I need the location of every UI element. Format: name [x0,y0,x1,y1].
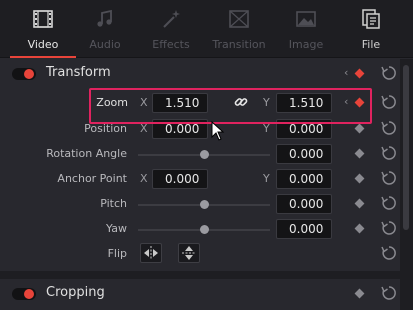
flip-horizontal-icon [144,246,158,260]
yaw-label: Yaw [106,222,127,235]
zoom-label: Zoom [96,96,128,109]
zoom-row: Zoom X 1.510 Y 1.510 ‹ [0,91,400,116]
pitch-label: Pitch [100,197,127,210]
flip-vertical-icon [182,246,196,260]
toggle-knob [24,289,34,299]
rotation-field[interactable]: 0.000 [276,144,332,164]
reset-icon[interactable] [381,245,399,263]
transform-enable-toggle[interactable] [12,68,36,80]
position-label: Position [84,122,127,135]
inspector-tab-bar: Video Audio Effects Transition Image Fil… [0,0,413,58]
transform-header[interactable]: Transform ‹ [0,59,400,89]
tab-effects[interactable]: Effects [138,8,204,58]
reset-icon[interactable] [381,94,399,112]
inspector-panel: Transform ‹ Zoom X 1.510 Y 1.510 ‹ Posit… [0,59,400,310]
yaw-slider[interactable] [138,225,270,234]
position-y-field[interactable]: 0.000 [276,119,332,139]
tab-image[interactable]: Image [273,8,339,58]
anchor-y-field[interactable]: 0.000 [276,169,332,189]
flip-label: Flip [107,247,127,260]
file-icon [358,8,384,34]
keyframe-diamond-icon[interactable] [354,223,365,234]
section-title: Cropping [46,285,105,300]
yaw-field[interactable]: 0.000 [276,219,332,239]
anchor-x-field[interactable]: 0.000 [152,169,208,189]
pitch-row: Pitch 0.000 [0,192,400,217]
tab-label: Video [27,38,59,51]
tab-label: Image [288,38,324,51]
reset-icon[interactable] [381,220,399,238]
keyframe-diamond-icon[interactable] [354,288,365,299]
reset-icon[interactable] [381,65,399,83]
zoom-x-field[interactable]: 1.510 [152,93,208,113]
keyframe-diamond-icon[interactable] [354,123,365,134]
position-x-field[interactable]: 0.000 [152,119,208,139]
cropping-enable-toggle[interactable] [12,288,36,300]
cropping-header[interactable]: Cropping [0,279,400,309]
position-row: Position X 0.000 Y 0.000 [0,117,400,142]
axis-label: Y [263,122,270,135]
tab-transition[interactable]: Transition [206,8,272,58]
tab-file[interactable]: File [338,8,404,58]
axis-label: X [140,172,148,185]
rotation-slider[interactable] [138,150,270,159]
tab-label: Transition [212,38,266,51]
pitch-field[interactable]: 0.000 [276,194,332,214]
axis-label: X [140,122,148,135]
tab-label: Audio [89,38,121,51]
anchor-row: Anchor Point X 0.000 Y 0.000 [0,167,400,192]
toggle-knob [24,69,34,79]
music-note-icon [92,8,118,34]
yaw-row: Yaw 0.000 [0,217,400,242]
flip-vertical-button[interactable] [178,243,200,263]
slider-thumb[interactable] [200,200,209,209]
axis-label: Y [263,172,270,185]
anchor-label: Anchor Point [57,172,127,185]
rotation-row: Rotation Angle 0.000 [0,142,400,167]
slider-thumb[interactable] [200,225,209,234]
keyframe-diamond-icon[interactable] [354,68,365,79]
tab-audio[interactable]: Audio [72,8,138,58]
keyframe-prev-icon[interactable]: ‹ [344,95,348,108]
pitch-slider[interactable] [138,200,270,209]
reset-icon[interactable] [381,195,399,213]
reset-icon[interactable] [381,285,399,303]
mouse-cursor-icon [211,120,225,141]
keyframe-diamond-icon[interactable] [354,97,365,108]
flip-row: Flip [0,242,400,267]
transition-icon [226,8,252,34]
reset-icon[interactable] [381,170,399,188]
keyframe-diamond-icon[interactable] [354,148,365,159]
tab-label: File [361,38,381,51]
tab-label: Effects [152,38,190,51]
axis-label: X [140,96,148,109]
keyframe-diamond-icon[interactable] [354,173,365,184]
section-divider [0,271,400,279]
reset-icon[interactable] [381,120,399,138]
image-icon [293,8,319,34]
axis-label: Y [263,96,270,109]
reset-icon[interactable] [381,145,399,163]
slider-thumb[interactable] [200,150,209,159]
keyframe-prev-icon[interactable]: ‹ [344,66,348,79]
flip-horizontal-button[interactable] [140,243,162,263]
scrollbar-thumb[interactable] [403,65,409,230]
film-icon [30,8,56,34]
keyframe-diamond-icon[interactable] [354,198,365,209]
link-icon[interactable] [233,94,249,110]
magic-wand-icon [158,8,184,34]
section-title: Transform [46,65,111,80]
zoom-y-field[interactable]: 1.510 [276,93,332,113]
rotation-label: Rotation Angle [46,147,127,160]
tab-video[interactable]: Video [10,8,76,58]
